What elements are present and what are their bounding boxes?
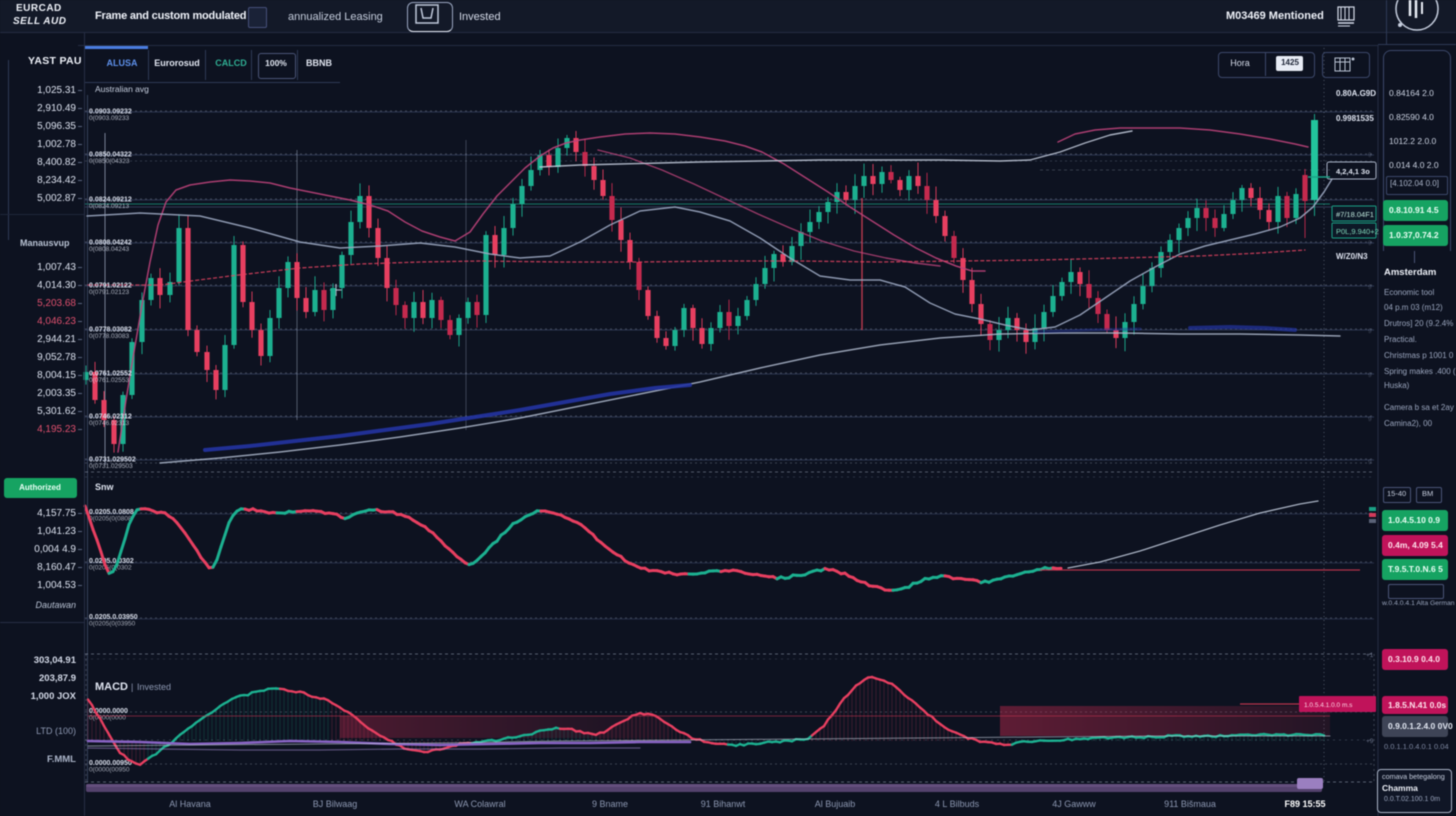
svg-text:9: 9	[1368, 240, 1372, 247]
svg-text:4J Gawww: 4J Gawww	[1052, 799, 1096, 809]
svg-text:P0L,9.940+2: P0L,9.940+2	[1336, 227, 1379, 236]
svg-text:0(0205(0(0808: 0(0205(0(0808	[89, 516, 132, 523]
svg-text:0(0205(0(03950: 0(0205(0(03950	[89, 621, 136, 628]
svg-text:0(0731.029503: 0(0731.029503	[89, 463, 133, 470]
svg-text:W/Z0/N3: W/Z0/N3	[1336, 252, 1368, 261]
svg-text:Al Bujuaib: Al Bujuaib	[815, 799, 856, 809]
svg-text:0.80A.G9D: 0.80A.G9D	[1336, 89, 1376, 98]
svg-text:|: |	[131, 682, 133, 692]
svg-text:0(0791.02123: 0(0791.02123	[89, 289, 130, 296]
svg-text:0(0850(04323: 0(0850(04323	[89, 158, 130, 165]
svg-text:9: 9	[1368, 416, 1372, 423]
svg-text:0(0761.02553: 0(0761.02553	[89, 377, 130, 384]
svg-text:9: 9	[1368, 152, 1372, 159]
svg-text:#7/18.04F1: #7/18.04F1	[1336, 210, 1374, 219]
svg-text:0(0205(0(0302: 0(0205(0(0302	[89, 565, 132, 572]
svg-text:0(0746.02313: 0(0746.02313	[89, 420, 130, 427]
svg-text:+9: +9	[1366, 738, 1374, 745]
svg-text:9: 9	[1368, 372, 1372, 379]
svg-text:Al Havana: Al Havana	[169, 799, 211, 809]
svg-text:0(0000(00950: 0(0000(00950	[89, 767, 130, 774]
svg-text:0(0824.09213: 0(0824.09213	[89, 203, 130, 210]
svg-text:911 Bišmaua: 911 Bišmaua	[1164, 799, 1216, 809]
svg-text:F89 15:55: F89 15:55	[1284, 799, 1325, 809]
svg-text:Invested: Invested	[137, 682, 171, 692]
svg-text:0(0808.04243: 0(0808.04243	[89, 246, 130, 253]
svg-text:4,2,4,1 3o: 4,2,4,1 3o	[1336, 167, 1370, 176]
svg-text:9: 9	[1368, 459, 1372, 466]
svg-text:4 L Bilbuds: 4 L Bilbuds	[935, 799, 980, 809]
svg-text:WA Colawral: WA Colawral	[454, 799, 505, 809]
svg-text:Snw: Snw	[95, 482, 115, 492]
svg-text:91 Bihanwt: 91 Bihanwt	[701, 799, 746, 809]
svg-text:1.0.5.4.1.0.0 m.s: 1.0.5.4.1.0.0 m.s	[1304, 702, 1353, 709]
svg-text:9 Bname: 9 Bname	[592, 799, 628, 809]
svg-text:+1: +1	[1366, 652, 1374, 659]
svg-text:MACD: MACD	[95, 681, 128, 693]
svg-text:9: 9	[1368, 284, 1372, 291]
svg-text:BJ Bilwaag: BJ Bilwaag	[313, 799, 358, 809]
svg-text:0.9981535: 0.9981535	[1336, 114, 1374, 123]
svg-text:0(0903.09233: 0(0903.09233	[89, 115, 130, 122]
svg-text:0(0778.03083: 0(0778.03083	[89, 333, 130, 340]
svg-text:9: 9	[1368, 328, 1372, 335]
